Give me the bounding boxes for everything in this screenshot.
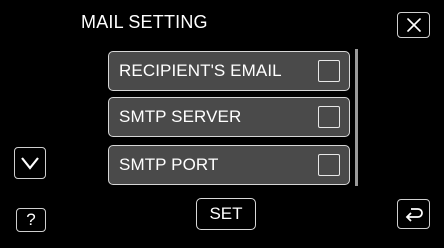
help-icon: ?: [26, 210, 36, 229]
set-button[interactable]: SET: [196, 198, 256, 230]
return-arrow-icon: [405, 208, 423, 222]
help-button[interactable]: ?: [16, 208, 46, 232]
menu-item-label: RECIPIENT'S EMAIL: [119, 61, 282, 80]
menu-item-checkbox[interactable]: [318, 106, 340, 128]
menu-item-smtp-port[interactable]: SMTP PORT: [108, 145, 350, 185]
chevron-down-icon: [21, 157, 39, 170]
menu-item-smtp-server[interactable]: SMTP SERVER: [108, 97, 350, 137]
back-button[interactable]: [397, 199, 430, 229]
menu-item-recipients-email[interactable]: RECIPIENT'S EMAIL: [108, 51, 350, 91]
scrollbar[interactable]: [355, 49, 358, 186]
menu-item-checkbox[interactable]: [318, 60, 340, 82]
menu-item-label: SMTP PORT: [119, 155, 219, 174]
menu-item-checkbox[interactable]: [318, 154, 340, 176]
mail-setting-screen: MAIL SETTING RECIPIENT'S EMAIL SMTP SERV…: [0, 0, 444, 248]
menu-item-label: SMTP SERVER: [119, 107, 242, 126]
close-icon: [406, 18, 421, 32]
page-title: MAIL SETTING: [81, 12, 208, 32]
close-button[interactable]: [397, 12, 430, 38]
scroll-down-button[interactable]: [14, 147, 46, 179]
